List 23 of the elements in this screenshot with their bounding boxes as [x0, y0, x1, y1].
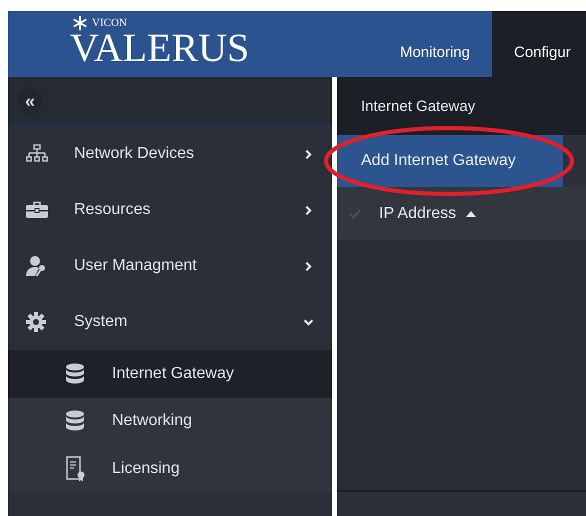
network-icon [26, 144, 48, 164]
sidebar-subitem[interactable]: Licensing [8, 445, 332, 492]
toolbox-icon [26, 201, 48, 219]
sidebar-subitem[interactable]: Internet Gateway [8, 350, 332, 398]
user-key-icon [26, 255, 48, 277]
check-icon[interactable] [349, 208, 361, 218]
company-name: VICON [92, 17, 127, 29]
gear-icon [26, 312, 46, 332]
sidebar-subitem[interactable]: Networking [8, 398, 332, 445]
sidebar-item[interactable]: Network Devices [8, 126, 332, 182]
sidebar-item[interactable]: Resources [8, 182, 332, 238]
database-icon [66, 362, 84, 385]
sidebar-item[interactable]: System [8, 294, 332, 350]
certificate-icon [66, 456, 86, 482]
add-gateway-button[interactable]: Add Internet Gateway [337, 135, 563, 187]
database-icon [66, 410, 84, 432]
product-name: VALERUS [70, 28, 250, 68]
sidebar-item[interactable]: User Managment [8, 238, 332, 294]
page-title: Internet Gateway [361, 98, 476, 114]
nav-tab[interactable]: Configur [492, 11, 586, 77]
nav-tab[interactable]: Monitoring [370, 11, 492, 77]
column-header[interactable]: IP Address [379, 204, 476, 222]
collapse-button[interactable]: « [18, 86, 42, 114]
